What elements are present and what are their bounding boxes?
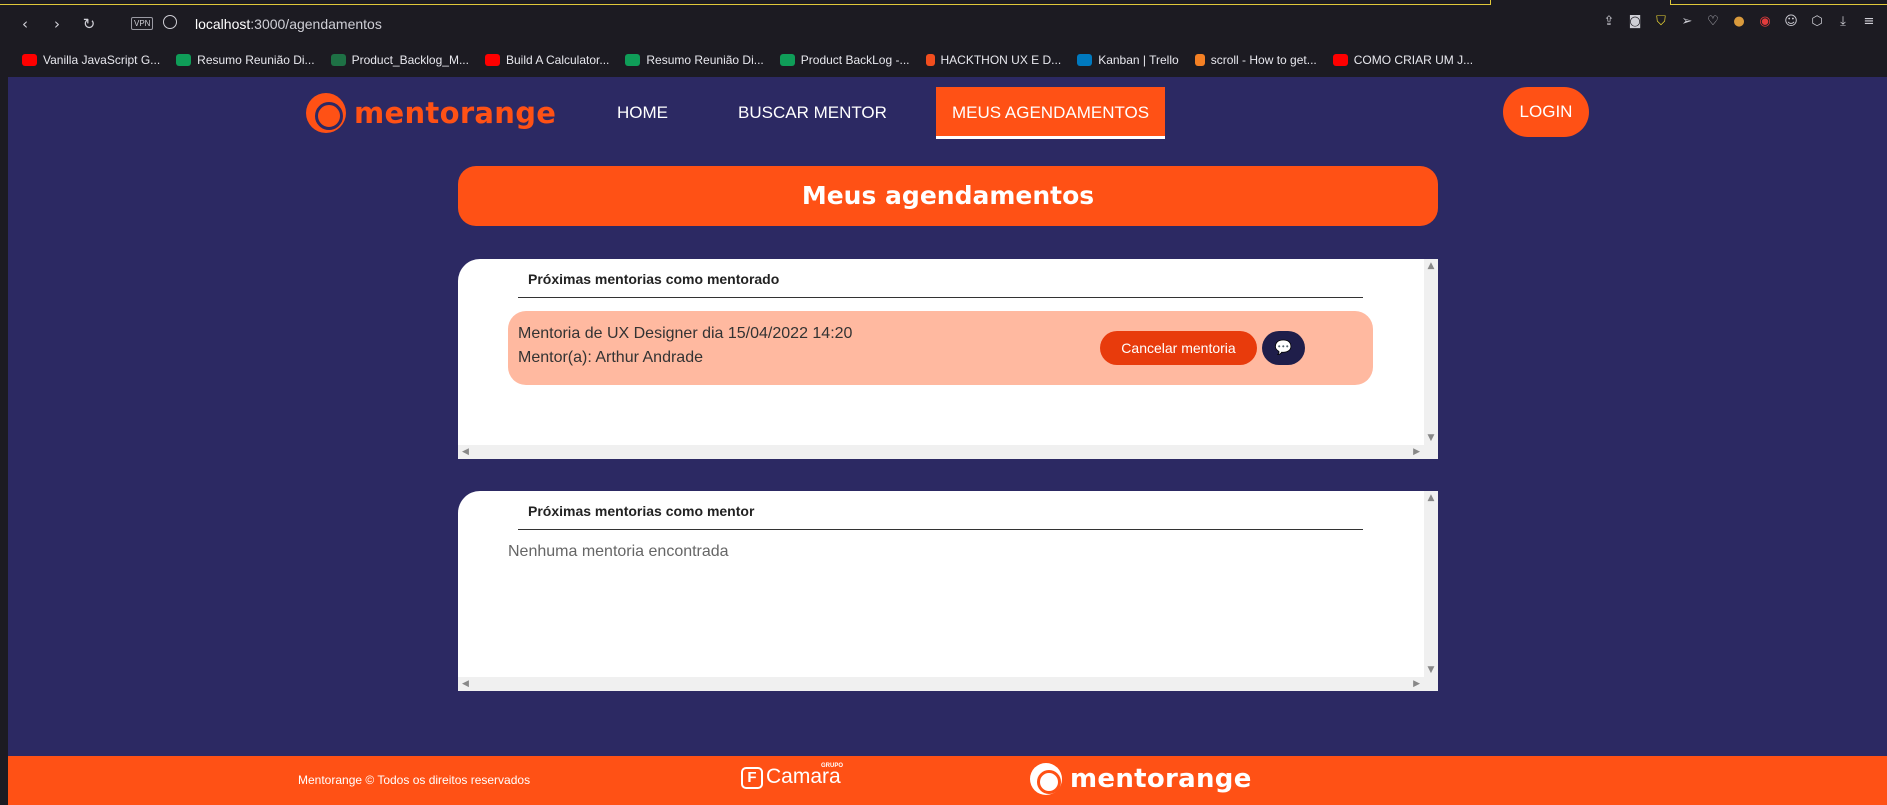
globe-icon bbox=[163, 15, 177, 29]
bookmark-item[interactable]: Kanban | Trello bbox=[1077, 53, 1179, 67]
page: mentorange HOME BUSCAR MENTOR MEUS AGEND… bbox=[8, 77, 1887, 805]
sheets-icon bbox=[176, 54, 192, 66]
back-button[interactable]: ‹ bbox=[15, 14, 35, 34]
site-footer: Mentorange © Todos os direitos reservado… bbox=[8, 756, 1887, 805]
brand-name: mentorange bbox=[354, 96, 557, 130]
scroll-down-icon[interactable]: ▼ bbox=[1426, 665, 1436, 675]
browser-chrome: ‹ › ↻ VPN localhost:3000/agendamentos ⇪ … bbox=[0, 0, 1887, 50]
scroll-left-icon[interactable]: ◀ bbox=[462, 445, 469, 459]
scroll-down-icon[interactable]: ▼ bbox=[1426, 433, 1436, 443]
scroll-up-icon[interactable]: ▲ bbox=[1426, 261, 1436, 271]
section-heading: Próximas mentorias como mentor bbox=[528, 503, 755, 519]
sheets-icon bbox=[625, 54, 641, 66]
url-path: :3000/agendamentos bbox=[250, 16, 382, 32]
stackoverflow-icon bbox=[1194, 54, 1205, 66]
bookmark-item[interactable]: Product BackLog -... bbox=[779, 53, 910, 67]
nav-buscar-mentor[interactable]: BUSCAR MENTOR bbox=[722, 87, 903, 139]
nav-meus-agendamentos[interactable]: MEUS AGENDAMENTOS bbox=[936, 87, 1166, 139]
reload-button[interactable]: ↻ bbox=[79, 14, 99, 34]
footer-brand-name: mentorange bbox=[1070, 764, 1252, 794]
bookmark-item[interactable]: Build A Calculator... bbox=[484, 53, 609, 67]
menu-icon[interactable]: ≡ bbox=[1861, 14, 1877, 30]
brain-logo-icon bbox=[306, 93, 346, 133]
address-bar[interactable]: localhost:3000/agendamentos bbox=[195, 16, 382, 32]
scroll-left-icon[interactable]: ◀ bbox=[462, 677, 469, 691]
footer-brand-logo: mentorange bbox=[1030, 763, 1252, 795]
nav-home[interactable]: HOME bbox=[601, 87, 684, 139]
section-divider bbox=[518, 529, 1363, 530]
mentoria-card: Mentoria de UX Designer dia 15/04/2022 1… bbox=[508, 311, 1373, 385]
cookie-icon[interactable]: ● bbox=[1731, 14, 1747, 30]
bookmarks-bar: Vanilla JavaScript G... Resumo Reunião D… bbox=[0, 45, 1887, 75]
youtube-icon bbox=[1332, 54, 1348, 66]
camara-f-icon: F bbox=[741, 767, 763, 789]
bookmark-item[interactable]: Resumo Reunião Di... bbox=[176, 53, 315, 67]
camera-icon[interactable]: ◙ bbox=[1627, 14, 1643, 30]
tab-highlight-edge bbox=[1490, 0, 1491, 5]
page-title: Meus agendamentos bbox=[458, 166, 1438, 226]
scroll-right-icon[interactable]: ▶ bbox=[1413, 677, 1420, 691]
mentoria-title: Mentoria de UX Designer dia 15/04/2022 1… bbox=[518, 325, 853, 342]
vertical-scrollbar[interactable]: ▲ ▼ bbox=[1424, 491, 1438, 677]
forward-button[interactable]: › bbox=[47, 14, 67, 34]
browser-toolbar: ⇪ ◙ ⛉ ➢ ♡ ● ◉ ☺ ⬡ ⤓ ≡ bbox=[1601, 14, 1877, 30]
section-mentor: Próximas mentorias como mentor Nenhuma m… bbox=[458, 491, 1438, 691]
cancel-mentoria-button[interactable]: Cancelar mentoria bbox=[1100, 331, 1257, 365]
cube-icon[interactable]: ⬡ bbox=[1809, 14, 1825, 30]
share-icon[interactable]: ⇪ bbox=[1601, 14, 1617, 30]
figma-icon bbox=[925, 54, 935, 66]
horizontal-scrollbar[interactable]: ◀ ▶ bbox=[458, 677, 1438, 691]
vertical-scrollbar[interactable]: ▲ ▼ bbox=[1424, 259, 1438, 445]
brain-logo-icon bbox=[1030, 763, 1062, 795]
bookmark-item[interactable]: scroll - How to get... bbox=[1194, 53, 1317, 67]
partner-prefix: GRUPO bbox=[821, 763, 844, 769]
bookmark-item[interactable]: COMO CRIAR UM J... bbox=[1332, 53, 1473, 67]
mentoria-mentor: Mentor(a): Arthur Andrade bbox=[518, 349, 703, 366]
excel-icon bbox=[330, 54, 346, 66]
sheets-icon bbox=[779, 54, 795, 66]
section-heading: Próximas mentorias como mentorado bbox=[528, 271, 780, 287]
send-icon[interactable]: ➢ bbox=[1679, 14, 1695, 30]
empty-state-text: Nenhuma mentoria encontrada bbox=[508, 543, 729, 560]
cat-icon[interactable]: ☺ bbox=[1783, 14, 1799, 30]
bookmark-item[interactable]: Product_Backlog_M... bbox=[330, 53, 469, 67]
youtube-icon bbox=[484, 54, 500, 66]
section-mentorado: Próximas mentorias como mentorado Mentor… bbox=[458, 259, 1438, 459]
vpn-badge[interactable]: VPN bbox=[131, 17, 154, 30]
login-button[interactable]: LOGIN bbox=[1503, 87, 1589, 137]
bookmark-item[interactable]: HACKTHON UX E D... bbox=[925, 53, 1061, 67]
brand-logo[interactable]: mentorange bbox=[306, 93, 556, 133]
tab-highlight-line bbox=[1670, 4, 1887, 5]
bookmark-item[interactable]: Vanilla JavaScript G... bbox=[22, 53, 160, 67]
chat-button[interactable]: 💬 bbox=[1262, 331, 1305, 365]
footer-copyright: Mentorange © Todos os direitos reservado… bbox=[298, 773, 531, 787]
record-icon[interactable]: ◉ bbox=[1757, 14, 1773, 30]
url-host: localhost bbox=[195, 16, 251, 32]
partner-logo: F Camara GRUPO bbox=[741, 763, 844, 789]
site-header: mentorange HOME BUSCAR MENTOR MEUS AGEND… bbox=[8, 77, 1887, 147]
youtube-icon bbox=[22, 54, 37, 66]
trello-icon bbox=[1077, 54, 1093, 66]
scroll-right-icon[interactable]: ▶ bbox=[1413, 445, 1420, 459]
heart-icon[interactable]: ♡ bbox=[1705, 14, 1721, 30]
shield-icon[interactable]: ⛉ bbox=[1653, 14, 1669, 30]
section-divider bbox=[518, 297, 1363, 298]
download-icon[interactable]: ⤓ bbox=[1835, 14, 1851, 30]
scroll-up-icon[interactable]: ▲ bbox=[1426, 493, 1436, 503]
bookmark-item[interactable]: Resumo Reunião Di... bbox=[625, 53, 764, 67]
tab-highlight-line bbox=[0, 4, 1490, 5]
chat-icon: 💬 bbox=[1274, 340, 1293, 356]
horizontal-scrollbar[interactable]: ◀ ▶ bbox=[458, 445, 1438, 459]
